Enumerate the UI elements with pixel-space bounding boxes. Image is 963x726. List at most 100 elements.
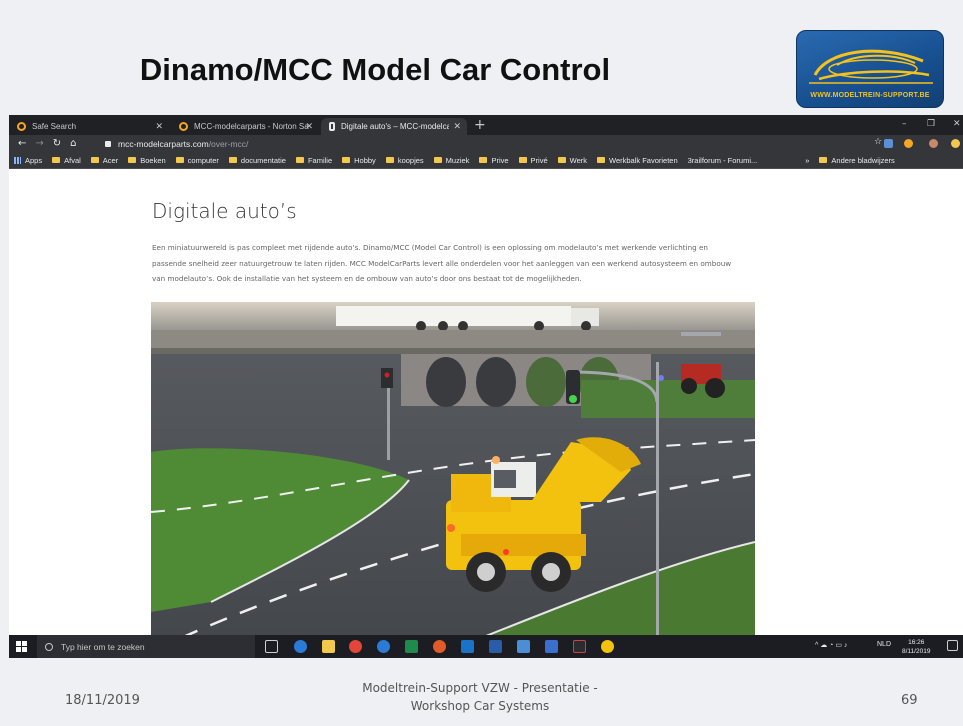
bookmark-folder[interactable]: Afval xyxy=(52,156,81,165)
bookmark-folder[interactable]: Privé xyxy=(518,156,548,165)
new-tab-button[interactable]: + xyxy=(474,117,486,133)
norton-icon xyxy=(179,122,188,131)
extension-icon[interactable] xyxy=(884,139,893,148)
folder-icon xyxy=(175,157,184,163)
close-window-icon[interactable]: ✕ xyxy=(953,119,961,129)
tab-label: Safe Search xyxy=(32,122,77,131)
windows-start-icon[interactable] xyxy=(16,641,27,652)
browser-screenshot: Safe Search ✕ MCC-modelcarparts - Norton… xyxy=(9,115,963,658)
app-icon[interactable] xyxy=(545,640,558,653)
bookmark-star-icon[interactable]: ☆ xyxy=(874,137,882,147)
close-tab-icon[interactable]: ✕ xyxy=(453,121,461,132)
folder-icon xyxy=(128,157,137,163)
bookmark-folder[interactable]: Werk xyxy=(557,156,587,165)
footer-line: Workshop Car Systems xyxy=(410,699,550,713)
browser-toolbar: ← → ↻ ⌂ mcc-modelcarparts.com /over-mcc/… xyxy=(9,135,963,152)
bookmark-folder[interactable]: Acer xyxy=(90,156,118,165)
tab-label: Digitale auto's – MCC-modelcarp xyxy=(341,122,449,131)
web-page: Digitale auto’s Een miniatuurwereld is p… xyxy=(9,169,963,638)
bookmark-other[interactable]: Andere bladwijzers xyxy=(819,156,895,165)
folder-icon xyxy=(479,157,488,163)
bookmark-folder[interactable]: Werkbalk Favorieten xyxy=(597,156,678,165)
internet-explorer-icon[interactable] xyxy=(377,640,390,653)
slide: Dinamo/MCC Model Car Control WWW.MODELTR… xyxy=(0,0,963,726)
clock-time: 16:26 xyxy=(908,639,925,646)
norton-icon xyxy=(17,122,26,131)
home-icon[interactable]: ⌂ xyxy=(70,138,76,149)
folder-icon xyxy=(90,157,99,163)
extension-icon[interactable] xyxy=(951,139,960,148)
word-icon[interactable] xyxy=(489,640,502,653)
bookmarks-bar: Apps Afval Acer Boeken computer document… xyxy=(9,152,963,169)
clock-date: 8/11/2019 xyxy=(902,648,931,655)
tab-strip: Safe Search ✕ MCC-modelcarparts - Norton… xyxy=(9,115,963,135)
app-icon[interactable] xyxy=(433,640,446,653)
task-view-icon[interactable] xyxy=(265,640,278,653)
search-icon xyxy=(45,642,53,651)
bookmark-forum[interactable]: 3railforum - Forumi... xyxy=(688,156,758,165)
logo-url-text: WWW.MODELTREIN-SUPPORT.BE xyxy=(810,92,930,99)
intro-paragraph: Een miniatuurwereld is pas compleet met … xyxy=(152,240,842,287)
close-tab-icon[interactable]: ✕ xyxy=(305,121,313,132)
system-tray-icons[interactable]: ^ ☁ ◔ ▭ ♪ xyxy=(815,641,847,649)
address-bar[interactable]: mcc-modelcarparts.com /over-mcc/ xyxy=(105,137,865,150)
app-icon[interactable] xyxy=(601,640,614,653)
model-car-photo xyxy=(151,302,755,638)
folder-icon xyxy=(597,157,605,163)
tab-label: MCC-modelcarparts - Norton Sa xyxy=(194,122,309,131)
apps-grid-icon xyxy=(14,156,21,164)
excel-icon[interactable] xyxy=(405,640,418,653)
taskbar-clock[interactable]: 16:26 8/11/2019 xyxy=(902,638,930,656)
paragraph-line: van modelauto’s. Ook de installatie van … xyxy=(152,274,582,283)
slide-title: Dinamo/MCC Model Car Control xyxy=(139,52,611,87)
back-arrow-icon[interactable]: ← xyxy=(18,138,26,149)
bookmark-folder[interactable]: computer xyxy=(175,156,219,165)
minimize-icon[interactable]: – xyxy=(902,119,907,129)
folder-icon xyxy=(433,157,442,163)
lock-icon xyxy=(105,140,111,147)
file-explorer-icon[interactable] xyxy=(322,640,335,653)
site-favicon-icon xyxy=(329,122,335,131)
bookmark-apps[interactable]: Apps xyxy=(14,156,42,165)
bookmark-folder[interactable]: Boeken xyxy=(128,156,166,165)
windows-taskbar: Typ hier om te zoeken ^ ☁ ◔ ▭ ♪ NLD 16:2… xyxy=(9,635,963,658)
bookmark-folder[interactable]: Prive xyxy=(479,156,509,165)
folder-icon xyxy=(385,157,394,163)
modeltrein-support-logo: WWW.MODELTREIN-SUPPORT.BE xyxy=(796,30,944,108)
profile-avatar[interactable] xyxy=(929,139,938,148)
bookmark-folder[interactable]: Hobby xyxy=(342,156,376,165)
bookmarks-overflow[interactable]: » xyxy=(805,156,809,165)
folder-icon xyxy=(295,157,304,163)
restore-icon[interactable]: ❐ xyxy=(927,119,935,129)
folder-icon xyxy=(228,157,237,163)
tab-safe-search[interactable]: Safe Search ✕ xyxy=(9,118,169,135)
folder-icon xyxy=(52,157,61,163)
paragraph-line: passende snelheid zeer natuurgetrouw te … xyxy=(152,258,732,268)
norton-extension-icon[interactable] xyxy=(904,139,913,148)
bookmark-folder[interactable]: Familie xyxy=(295,156,332,165)
paragraph-line: Een miniatuurwereld is pas compleet met … xyxy=(152,243,708,252)
reload-icon[interactable]: ↻ xyxy=(53,138,61,149)
notification-icon[interactable] xyxy=(947,640,958,651)
close-tab-icon[interactable]: ✕ xyxy=(155,121,163,132)
slide-number: 69 xyxy=(901,693,918,708)
bookmark-folder[interactable]: documentatie xyxy=(228,156,286,165)
outlook-icon[interactable] xyxy=(461,640,474,653)
edge-icon[interactable] xyxy=(294,640,307,653)
footer-caption: Modeltrein-Support VZW - Presentatie - W… xyxy=(330,679,630,715)
taskbar-search-input[interactable]: Typ hier om te zoeken xyxy=(37,635,255,658)
tab-digitale-autos[interactable]: Digitale auto's – MCC-modelcarp ✕ xyxy=(321,118,467,135)
chrome-icon[interactable] xyxy=(349,640,362,653)
tab-norton[interactable]: MCC-modelcarparts - Norton Sa ✕ xyxy=(171,118,319,135)
url-path: /over-mcc/ xyxy=(208,138,249,149)
bookmark-folder[interactable]: koopjes xyxy=(385,156,424,165)
language-indicator[interactable]: NLD xyxy=(877,641,891,648)
forward-arrow-icon[interactable]: → xyxy=(35,138,43,149)
folder-icon xyxy=(342,157,351,163)
app-icon[interactable] xyxy=(573,640,586,653)
app-icon[interactable] xyxy=(517,640,530,653)
search-placeholder: Typ hier om te zoeken xyxy=(61,641,145,652)
bookmark-folder[interactable]: Muziek xyxy=(433,156,469,165)
folder-icon xyxy=(557,157,566,163)
url-domain: mcc-modelcarparts.com xyxy=(118,138,209,149)
